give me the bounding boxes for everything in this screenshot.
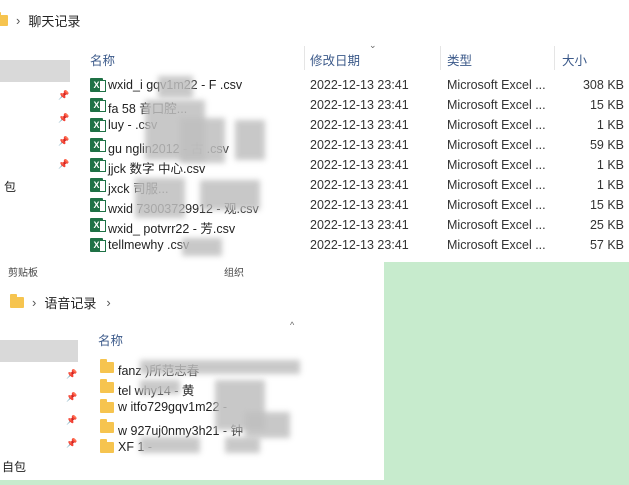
- file-size: 308 KB: [582, 78, 624, 92]
- chevron-right-icon[interactable]: ›: [106, 295, 110, 310]
- column-date-header[interactable]: 修改日期: [310, 50, 360, 69]
- folder-icon: [100, 439, 114, 453]
- folder-icon: [10, 293, 24, 308]
- column-size-header[interactable]: 大小: [562, 50, 587, 69]
- address-bar[interactable]: › 聊天记录: [0, 6, 629, 34]
- file-row[interactable]: Xwxid 73003729912 - 观.csv2022-12-13 23:4…: [0, 195, 629, 216]
- file-modified-date: 2022-12-13 23:41: [310, 178, 409, 192]
- column-divider[interactable]: [554, 46, 555, 70]
- file-type: Microsoft Excel ...: [447, 78, 546, 92]
- privacy-blur: [135, 178, 185, 218]
- file-size: 59 KB: [589, 138, 624, 152]
- file-modified-date: 2022-12-13 23:41: [310, 198, 409, 212]
- column-header-row: ^ 名称: [0, 320, 384, 350]
- file-modified-date: 2022-12-13 23:41: [310, 218, 409, 232]
- privacy-blur: [235, 120, 265, 160]
- file-row[interactable]: Xgu nglin2012 - 古 .csv2022-12-13 23:41Mi…: [0, 135, 629, 156]
- folder-icon: [100, 419, 114, 433]
- privacy-blur: [245, 412, 290, 438]
- excel-file-icon: X: [90, 138, 106, 152]
- privacy-blur: [180, 118, 225, 163]
- ribbon-clipboard-label: 剪贴板: [8, 268, 38, 279]
- file-type: Microsoft Excel ...: [447, 138, 546, 152]
- file-size: 1 KB: [596, 118, 624, 132]
- privacy-blur: [158, 76, 193, 98]
- column-type-header[interactable]: 类型: [447, 50, 472, 69]
- file-size: 15 KB: [589, 98, 624, 112]
- folder-row[interactable]: tel why14 - 黄: [0, 377, 384, 398]
- file-modified-date: 2022-12-13 23:41: [310, 118, 409, 132]
- sort-up-icon: ⌄: [369, 40, 377, 50]
- privacy-blur: [140, 380, 180, 394]
- excel-file-icon: X: [90, 98, 106, 112]
- folder-icon: [100, 379, 114, 393]
- file-modified-date: 2022-12-13 23:41: [310, 238, 409, 252]
- file-type: Microsoft Excel ...: [447, 198, 546, 212]
- folder-icon: [0, 11, 8, 26]
- nav-item-label[interactable]: 自包: [2, 458, 26, 475]
- file-modified-date: 2022-12-13 23:41: [310, 158, 409, 172]
- ribbon-group-labels: 剪贴板 组织: [0, 262, 384, 282]
- folder-icon: [100, 399, 114, 413]
- chat-records-window: › 聊天记录 📌 📌 📌 📌 包 ⌄ 名称 修改日期 类型 大小 Xwxid_i…: [0, 0, 629, 262]
- file-size: 57 KB: [589, 238, 624, 252]
- file-type: Microsoft Excel ...: [447, 158, 546, 172]
- column-name-header[interactable]: 名称: [98, 330, 123, 349]
- file-type: Microsoft Excel ...: [447, 218, 546, 232]
- excel-file-icon: X: [90, 78, 106, 92]
- file-name: tellmewhy .csv: [108, 238, 190, 252]
- chevron-right-icon[interactable]: ›: [16, 13, 20, 28]
- privacy-blur: [140, 360, 300, 374]
- ribbon-organize-label: 组织: [224, 268, 244, 279]
- folder-row[interactable]: w itfo729gqv1m22 -: [0, 397, 384, 417]
- column-divider[interactable]: [440, 46, 441, 70]
- excel-file-icon: X: [90, 238, 106, 252]
- sort-up-icon: ^: [290, 320, 295, 330]
- file-modified-date: 2022-12-13 23:41: [310, 78, 409, 92]
- file-type: Microsoft Excel ...: [447, 98, 546, 112]
- folder-row[interactable]: w 927uj0nmy3h21 - 钟: [0, 417, 384, 438]
- file-type: Microsoft Excel ...: [447, 178, 546, 192]
- excel-file-icon: X: [90, 158, 106, 172]
- file-modified-date: 2022-12-13 23:41: [310, 98, 409, 112]
- folder-icon: [100, 359, 114, 373]
- column-header-row: ⌄ 名称 修改日期 类型 大小: [0, 40, 629, 70]
- file-modified-date: 2022-12-13 23:41: [310, 138, 409, 152]
- voice-records-window: › 语音记录 › 📌 📌 📌 📌 自包 ^ 名称 fanz )所范志春tel w…: [0, 282, 384, 480]
- privacy-blur: [182, 238, 222, 256]
- file-size: 1 KB: [596, 158, 624, 172]
- privacy-blur: [200, 180, 260, 210]
- folder-name: w itfo729gqv1m22 -: [118, 400, 228, 414]
- file-row[interactable]: Xwxid_i gqv1m22 - F .csv2022-12-13 23:41…: [0, 75, 629, 95]
- file-row[interactable]: Xwxid_ potvrr22 - 芳.csv 2022-12-13 23:41 M…: [0, 215, 629, 236]
- file-row[interactable]: Xfa 58 音口腔...2022-12-13 23:41Microsoft E…: [0, 95, 629, 116]
- file-type: Microsoft Excel ...: [447, 118, 546, 132]
- column-name-header[interactable]: 名称: [90, 50, 115, 69]
- chevron-right-icon[interactable]: ›: [32, 295, 36, 310]
- excel-file-icon: X: [90, 198, 106, 212]
- privacy-blur: [140, 437, 200, 453]
- file-size: 1 KB: [596, 178, 624, 192]
- privacy-blur: [225, 437, 260, 453]
- excel-file-icon: X: [90, 178, 106, 192]
- address-bar[interactable]: › 语音记录 ›: [0, 288, 384, 316]
- breadcrumb-current[interactable]: 聊天记录: [28, 11, 80, 30]
- file-row[interactable]: Xtellmewhy .csv 2022-12-13 23:41 Microsoft…: [0, 235, 629, 255]
- excel-file-icon: X: [90, 218, 106, 232]
- file-size: 25 KB: [589, 218, 624, 232]
- file-row[interactable]: Xjjck 数字 中心.csv 2022-12-13 23:41 Microsoft…: [0, 155, 629, 176]
- file-row[interactable]: Xluy - .csv 2022-12-13 23:41 Microsoft Exc…: [0, 115, 629, 135]
- file-type: Microsoft Excel ...: [447, 238, 546, 252]
- file-size: 15 KB: [589, 198, 624, 212]
- file-row[interactable]: Xjxck 司服...2022-12-13 23:41Microsoft Exc…: [0, 175, 629, 196]
- column-divider[interactable]: [304, 46, 305, 70]
- breadcrumb-current[interactable]: 语音记录: [44, 293, 96, 312]
- excel-file-icon: X: [90, 118, 106, 132]
